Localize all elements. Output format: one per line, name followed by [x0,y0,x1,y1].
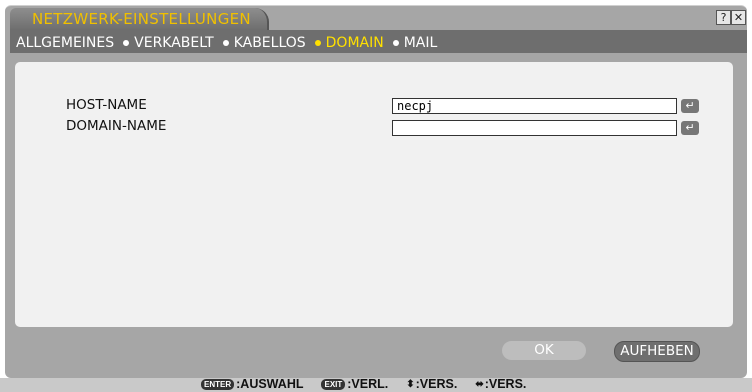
exit-hint: :VERL. [347,377,389,391]
tab-nav: ALLGEMEINES VERKABELT KABELLOS DOMAIN MA… [16,34,437,52]
close-icon[interactable]: ✕ [731,10,746,25]
enter-icon[interactable]: ↵ [681,121,699,135]
enter-hint: :AUSWAHL [236,377,304,391]
bullet-icon [222,40,229,46]
ok-button[interactable]: OK [502,341,586,360]
enter-key-icon: ENTER [201,378,235,390]
host-name-label: HOST-NAME [66,97,147,113]
exit-key-icon: EXIT [321,378,346,390]
bullet-icon [123,40,130,46]
leftright-arrow-icon: ⬌ [475,378,484,390]
bullet-icon [392,40,399,46]
help-icon[interactable]: ? [716,10,731,25]
leftright-hint: :VERS. [484,377,527,391]
tab-allgemeines[interactable]: ALLGEMEINES [16,35,114,51]
domain-name-label: DOMAIN-NAME [66,118,167,134]
updown-hint: :VERS. [415,377,458,391]
cancel-button[interactable]: AUFHEBEN [614,341,700,362]
bullet-icon [314,40,321,46]
window-title: NETZWERK-EINSTELLUNGEN [32,10,251,28]
host-name-input[interactable] [392,98,677,114]
updown-arrow-icon: ⬍ [406,378,415,390]
domain-name-input[interactable] [392,120,677,136]
enter-icon[interactable]: ↵ [681,99,699,113]
key-hints: ENTER :AUSWAHL EXIT :VERL. ⬍ :VERS. ⬌ :V… [201,376,526,392]
tab-kabellos[interactable]: KABELLOS [234,35,306,51]
tab-mail[interactable]: MAIL [404,35,438,51]
tab-domain[interactable]: DOMAIN [326,35,384,51]
tab-verkabelt[interactable]: VERKABELT [134,35,214,51]
